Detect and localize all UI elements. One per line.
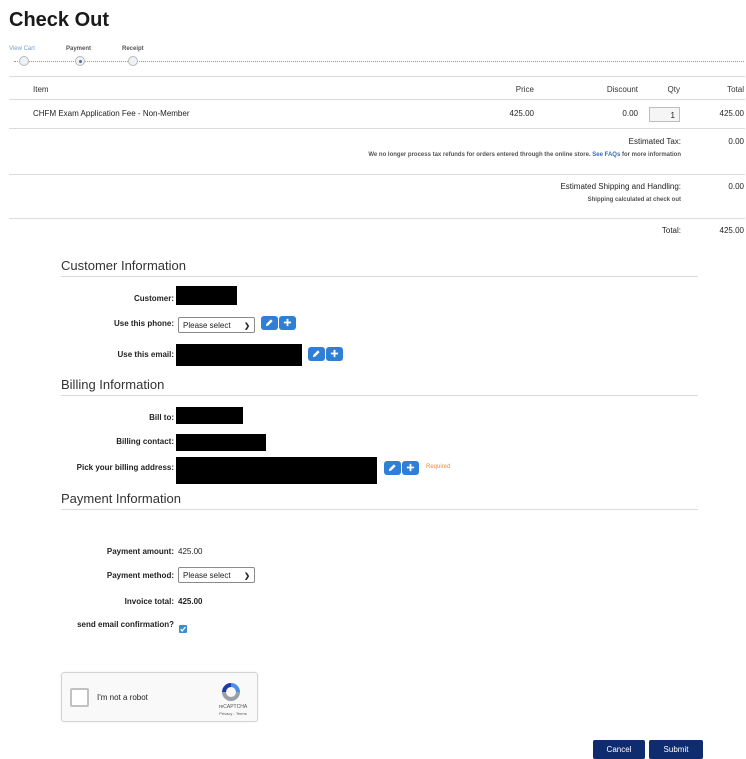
- billing-contact-label: Billing contact:: [116, 437, 174, 446]
- add-phone-button[interactable]: [279, 316, 296, 330]
- payment-heading: Payment Information: [61, 491, 181, 506]
- bill-to-label: Bill to:: [149, 413, 174, 422]
- divider: [9, 218, 745, 219]
- section-divider: [61, 395, 698, 396]
- plus-icon: [330, 349, 339, 358]
- phone-select-value: Please select: [183, 321, 231, 330]
- email-confirmation-checkbox[interactable]: [179, 625, 187, 633]
- divider: [9, 128, 745, 129]
- section-divider: [61, 276, 698, 277]
- add-address-button[interactable]: [402, 461, 419, 475]
- invoice-total-label: Invoice total:: [124, 597, 174, 606]
- step-label-view-cart[interactable]: View Cart: [9, 46, 35, 52]
- pencil-icon: [312, 350, 320, 358]
- recaptcha-privacy-terms[interactable]: Privacy - Terms: [213, 711, 253, 716]
- step-circle-receipt: [128, 56, 138, 66]
- tax-value: 0.00: [728, 137, 744, 146]
- required-text: Required: [426, 464, 451, 470]
- col-header-price: Price: [515, 85, 534, 94]
- phone-label: Use this phone:: [113, 319, 174, 328]
- col-header-qty: Qty: [667, 85, 680, 94]
- step-circle-payment: [75, 56, 85, 66]
- customer-name-redacted: [176, 286, 237, 305]
- step-label-receipt: Receipt: [122, 46, 144, 52]
- billing-address-label: Pick your billing address:: [76, 463, 174, 472]
- shipping-value: 0.00: [728, 182, 744, 191]
- edit-phone-button[interactable]: [261, 316, 278, 330]
- col-header-item: Item: [33, 85, 49, 94]
- submit-button[interactable]: Submit: [649, 740, 703, 759]
- col-header-discount: Discount: [606, 85, 638, 94]
- row-price: 425.00: [509, 109, 534, 118]
- cancel-button[interactable]: Cancel: [593, 740, 645, 759]
- total-label: Total:: [661, 226, 681, 235]
- qty-input[interactable]: 1: [649, 107, 680, 122]
- page-title: Check Out: [9, 9, 110, 31]
- shipping-label: Estimated Shipping and Handling:: [560, 182, 681, 191]
- chevron-down-icon: ❯: [244, 573, 250, 580]
- recaptcha-checkbox[interactable]: [70, 688, 89, 707]
- invoice-total-value: 425.00: [178, 597, 203, 606]
- recaptcha-brand: reCAPTCHA: [218, 704, 248, 710]
- plus-icon: [283, 318, 292, 327]
- phone-select[interactable]: Please select ❯: [178, 317, 255, 333]
- row-total: 425.00: [719, 109, 744, 118]
- plus-icon: [406, 463, 415, 472]
- recaptcha-logo-icon: [222, 683, 240, 701]
- section-divider: [61, 509, 698, 510]
- shipping-note: Shipping calculated at check out: [587, 197, 681, 203]
- check-icon: [180, 626, 186, 633]
- col-header-total: Total: [727, 85, 744, 94]
- billing-contact-redacted: [176, 434, 266, 451]
- pencil-icon: [265, 319, 273, 327]
- payment-method-select[interactable]: Please select ❯: [178, 567, 255, 583]
- payment-amount-label: Payment amount:: [106, 547, 174, 556]
- bill-to-redacted: [176, 407, 243, 424]
- email-confirmation-label: send email confirmation?: [77, 620, 174, 629]
- payment-amount-value: 425.00: [178, 547, 203, 556]
- progress-line: [14, 61, 744, 62]
- recaptcha-label: I'm not a robot: [97, 693, 148, 702]
- customer-label: Customer:: [133, 294, 174, 303]
- edit-address-button[interactable]: [384, 461, 401, 475]
- row-discount: 0.00: [622, 109, 638, 118]
- total-value: 425.00: [719, 226, 744, 235]
- email-label: Use this email:: [117, 350, 174, 359]
- tax-label: Estimated Tax:: [628, 137, 681, 146]
- tax-note-end: for more information: [621, 152, 681, 158]
- divider: [9, 99, 745, 100]
- recaptcha-widget: I'm not a robot reCAPTCHA Privacy - Term…: [61, 672, 258, 722]
- payment-method-value: Please select: [183, 571, 231, 580]
- divider: [9, 76, 745, 77]
- row-item: CHFM Exam Application Fee - Non-Member: [33, 109, 190, 118]
- billing-heading: Billing Information: [61, 377, 165, 392]
- customer-heading: Customer Information: [61, 258, 186, 273]
- chevron-down-icon: ❯: [244, 323, 250, 330]
- edit-email-button[interactable]: [308, 347, 325, 361]
- step-circle-view-cart[interactable]: [19, 56, 29, 66]
- billing-address-redacted[interactable]: [176, 457, 377, 484]
- tax-note: We no longer process tax refunds for ord…: [240, 152, 681, 158]
- faqs-link[interactable]: See FAQs: [592, 152, 620, 158]
- add-email-button[interactable]: [326, 347, 343, 361]
- step-label-payment: Payment: [66, 46, 92, 52]
- pencil-icon: [388, 464, 396, 472]
- email-redacted[interactable]: [176, 344, 302, 366]
- tax-note-text: We no longer process tax refunds for ord…: [368, 152, 591, 158]
- divider: [9, 174, 745, 175]
- payment-method-label: Payment method:: [106, 571, 174, 580]
